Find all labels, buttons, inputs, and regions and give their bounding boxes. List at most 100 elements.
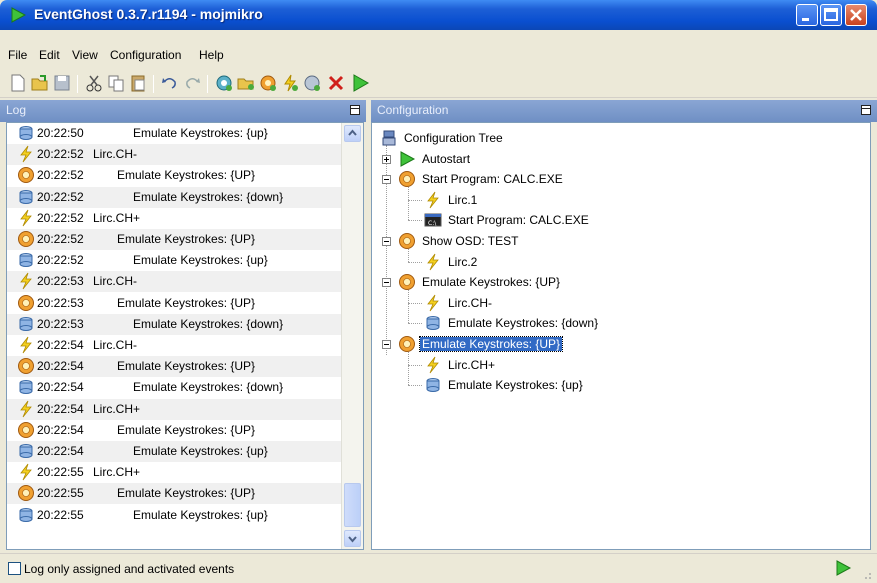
add-macro-icon[interactable]	[258, 73, 278, 93]
add-folder-icon[interactable]	[236, 73, 256, 93]
open-folder-icon[interactable]	[30, 73, 50, 93]
tree-node-label: Lirc.1	[448, 192, 478, 207]
tree-node[interactable]: Autostart	[398, 150, 718, 170]
menu-bar: File Edit View Configuration Help	[0, 30, 877, 70]
macro-gear-icon	[18, 358, 34, 375]
log-row[interactable]: 20:22:52 Emulate Keystrokes: {up}	[7, 250, 341, 271]
menu-help[interactable]: Help	[199, 48, 224, 62]
log-message: Emulate Keystrokes: {UP}	[117, 422, 256, 437]
add-plugin-icon[interactable]	[214, 73, 234, 93]
log-row[interactable]: 20:22:55 Lirc.CH+	[7, 462, 341, 483]
close-button[interactable]	[845, 4, 867, 26]
log-time: 20:22:52	[37, 253, 84, 268]
log-message: Lirc.CH-	[93, 338, 137, 352]
log-row[interactable]: 20:22:52 Lirc.CH-	[7, 144, 341, 166]
minimize-button[interactable]	[796, 4, 818, 26]
log-pane-title: Log	[6, 103, 27, 117]
action-icon	[19, 507, 33, 522]
add-action-icon[interactable]	[302, 73, 322, 93]
log-row[interactable]: 20:22:53 Emulate Keystrokes: {down}	[7, 313, 341, 335]
copy-icon[interactable]	[106, 73, 126, 93]
tree-node[interactable]: Lirc.1	[424, 191, 744, 211]
log-time: 20:22:52	[37, 210, 84, 225]
log-row[interactable]: 20:22:55 Emulate Keystrokes: {up}	[7, 505, 341, 526]
log-row[interactable]: 20:22:54 Emulate Keystrokes: {up}	[7, 441, 341, 462]
log-only-assigned-label[interactable]: Log only assigned and activated events	[24, 562, 234, 576]
log-time: 20:22:52	[37, 232, 84, 246]
menu-file[interactable]: File	[8, 48, 27, 62]
log-row[interactable]: 20:22:54 Emulate Keystrokes: {down}	[7, 377, 341, 398]
tree-node-label: Emulate Keystrokes: {UP}	[418, 336, 564, 352]
toolbar	[0, 70, 877, 98]
redo-icon[interactable]	[182, 73, 202, 93]
play-icon[interactable]	[834, 559, 852, 577]
delete-icon[interactable]	[326, 73, 346, 93]
log-row[interactable]: 20:22:52 Lirc.CH+	[7, 208, 341, 229]
scroll-up-button[interactable]	[344, 125, 361, 142]
tree-connector	[408, 200, 409, 221]
macro-gear-icon	[399, 274, 415, 291]
new-file-icon[interactable]	[8, 73, 28, 93]
menu-edit[interactable]: Edit	[39, 48, 60, 62]
log-row[interactable]: 20:22:53 Lirc.CH-	[7, 271, 341, 293]
tree-node[interactable]: Emulate Keystrokes: {up}	[424, 376, 744, 396]
paste-icon[interactable]	[128, 73, 148, 93]
scroll-down-button[interactable]	[344, 530, 361, 547]
resize-grip-icon[interactable]	[860, 568, 872, 580]
menu-configuration[interactable]: Configuration	[110, 48, 181, 62]
pin-icon[interactable]	[861, 105, 871, 115]
tree-node-label: Emulate Keystrokes: {UP}	[422, 275, 561, 290]
tree-node[interactable]: Lirc.CH+	[424, 356, 744, 376]
log-row[interactable]: 20:22:54 Lirc.CH+	[7, 398, 341, 420]
log-row[interactable]: 20:22:55 Emulate Keystrokes: {UP}	[7, 483, 341, 505]
tree-node[interactable]: Emulate Keystrokes: {down}	[424, 314, 744, 334]
tree-node[interactable]: Start Program: CALC.EXE	[398, 170, 718, 190]
tree-node[interactable]: Emulate Keystrokes: {UP}	[398, 273, 718, 293]
tree-node[interactable]: Lirc.CH-	[424, 294, 744, 314]
log-list[interactable]: 20:22:50 Emulate Keystrokes: {up} 20:22:52…	[6, 122, 364, 550]
close-icon	[850, 9, 862, 21]
collapse-icon[interactable]	[382, 340, 391, 349]
expand-icon[interactable]	[382, 154, 391, 164]
tree-node[interactable]: Emulate Keystrokes: {UP}	[398, 335, 718, 355]
macro-gear-icon	[18, 421, 34, 438]
program-icon: C:\	[424, 213, 442, 227]
tree-node[interactable]: Lirc.2	[424, 253, 744, 273]
log-row[interactable]: 20:22:53 Emulate Keystrokes: {UP}	[7, 293, 341, 314]
macro-gear-icon	[399, 171, 415, 188]
collapse-icon[interactable]	[382, 278, 391, 288]
menu-view[interactable]: View	[72, 48, 98, 62]
log-row[interactable]: 20:22:50 Emulate Keystrokes: {up}	[7, 123, 341, 144]
tree-connector	[408, 261, 422, 263]
log-only-assigned-checkbox[interactable]	[8, 562, 21, 575]
tree-node[interactable]: Show OSD: TEST	[398, 232, 718, 252]
title-bar[interactable]: EventGhost 0.3.7.r1194 - mojmikro	[0, 0, 877, 30]
log-row[interactable]: 20:22:54 Emulate Keystrokes: {UP}	[7, 356, 341, 378]
log-row[interactable]: 20:22:54 Lirc.CH-	[7, 335, 341, 356]
tree-connector	[408, 199, 422, 201]
undo-icon[interactable]	[160, 73, 180, 93]
log-scrollbar[interactable]	[341, 123, 363, 549]
log-time: 20:22:54	[37, 444, 84, 458]
scroll-thumb[interactable]	[344, 483, 361, 527]
log-time: 20:22:50	[37, 126, 84, 140]
log-row[interactable]: 20:22:52 Emulate Keystrokes: {UP}	[7, 229, 341, 250]
log-row[interactable]: 20:22:52 Emulate Keystrokes: {UP}	[7, 165, 341, 186]
pin-icon[interactable]	[350, 105, 360, 115]
collapse-icon[interactable]	[382, 237, 391, 246]
cut-icon[interactable]	[84, 73, 104, 93]
tree-connector	[408, 302, 422, 304]
add-event-icon[interactable]	[280, 73, 300, 93]
execute-icon[interactable]	[350, 73, 370, 93]
configuration-tree[interactable]: Configuration Tree Autostart Start Program…	[371, 122, 871, 550]
save-icon[interactable]	[52, 73, 72, 93]
tree-node[interactable]: C:\ Start Program: CALC.EXE	[424, 211, 744, 231]
log-row[interactable]: 20:22:52 Emulate Keystrokes: {down}	[7, 186, 341, 208]
collapse-icon[interactable]	[382, 175, 391, 185]
log-time: 20:22:52	[37, 189, 84, 204]
tree-node[interactable]: Configuration Tree	[380, 129, 700, 149]
log-message: Emulate Keystrokes: {down}	[133, 189, 284, 204]
log-row[interactable]: 20:22:54 Emulate Keystrokes: {UP}	[7, 420, 341, 441]
maximize-button[interactable]	[820, 4, 842, 26]
svg-text:C:\: C:\	[428, 220, 437, 227]
